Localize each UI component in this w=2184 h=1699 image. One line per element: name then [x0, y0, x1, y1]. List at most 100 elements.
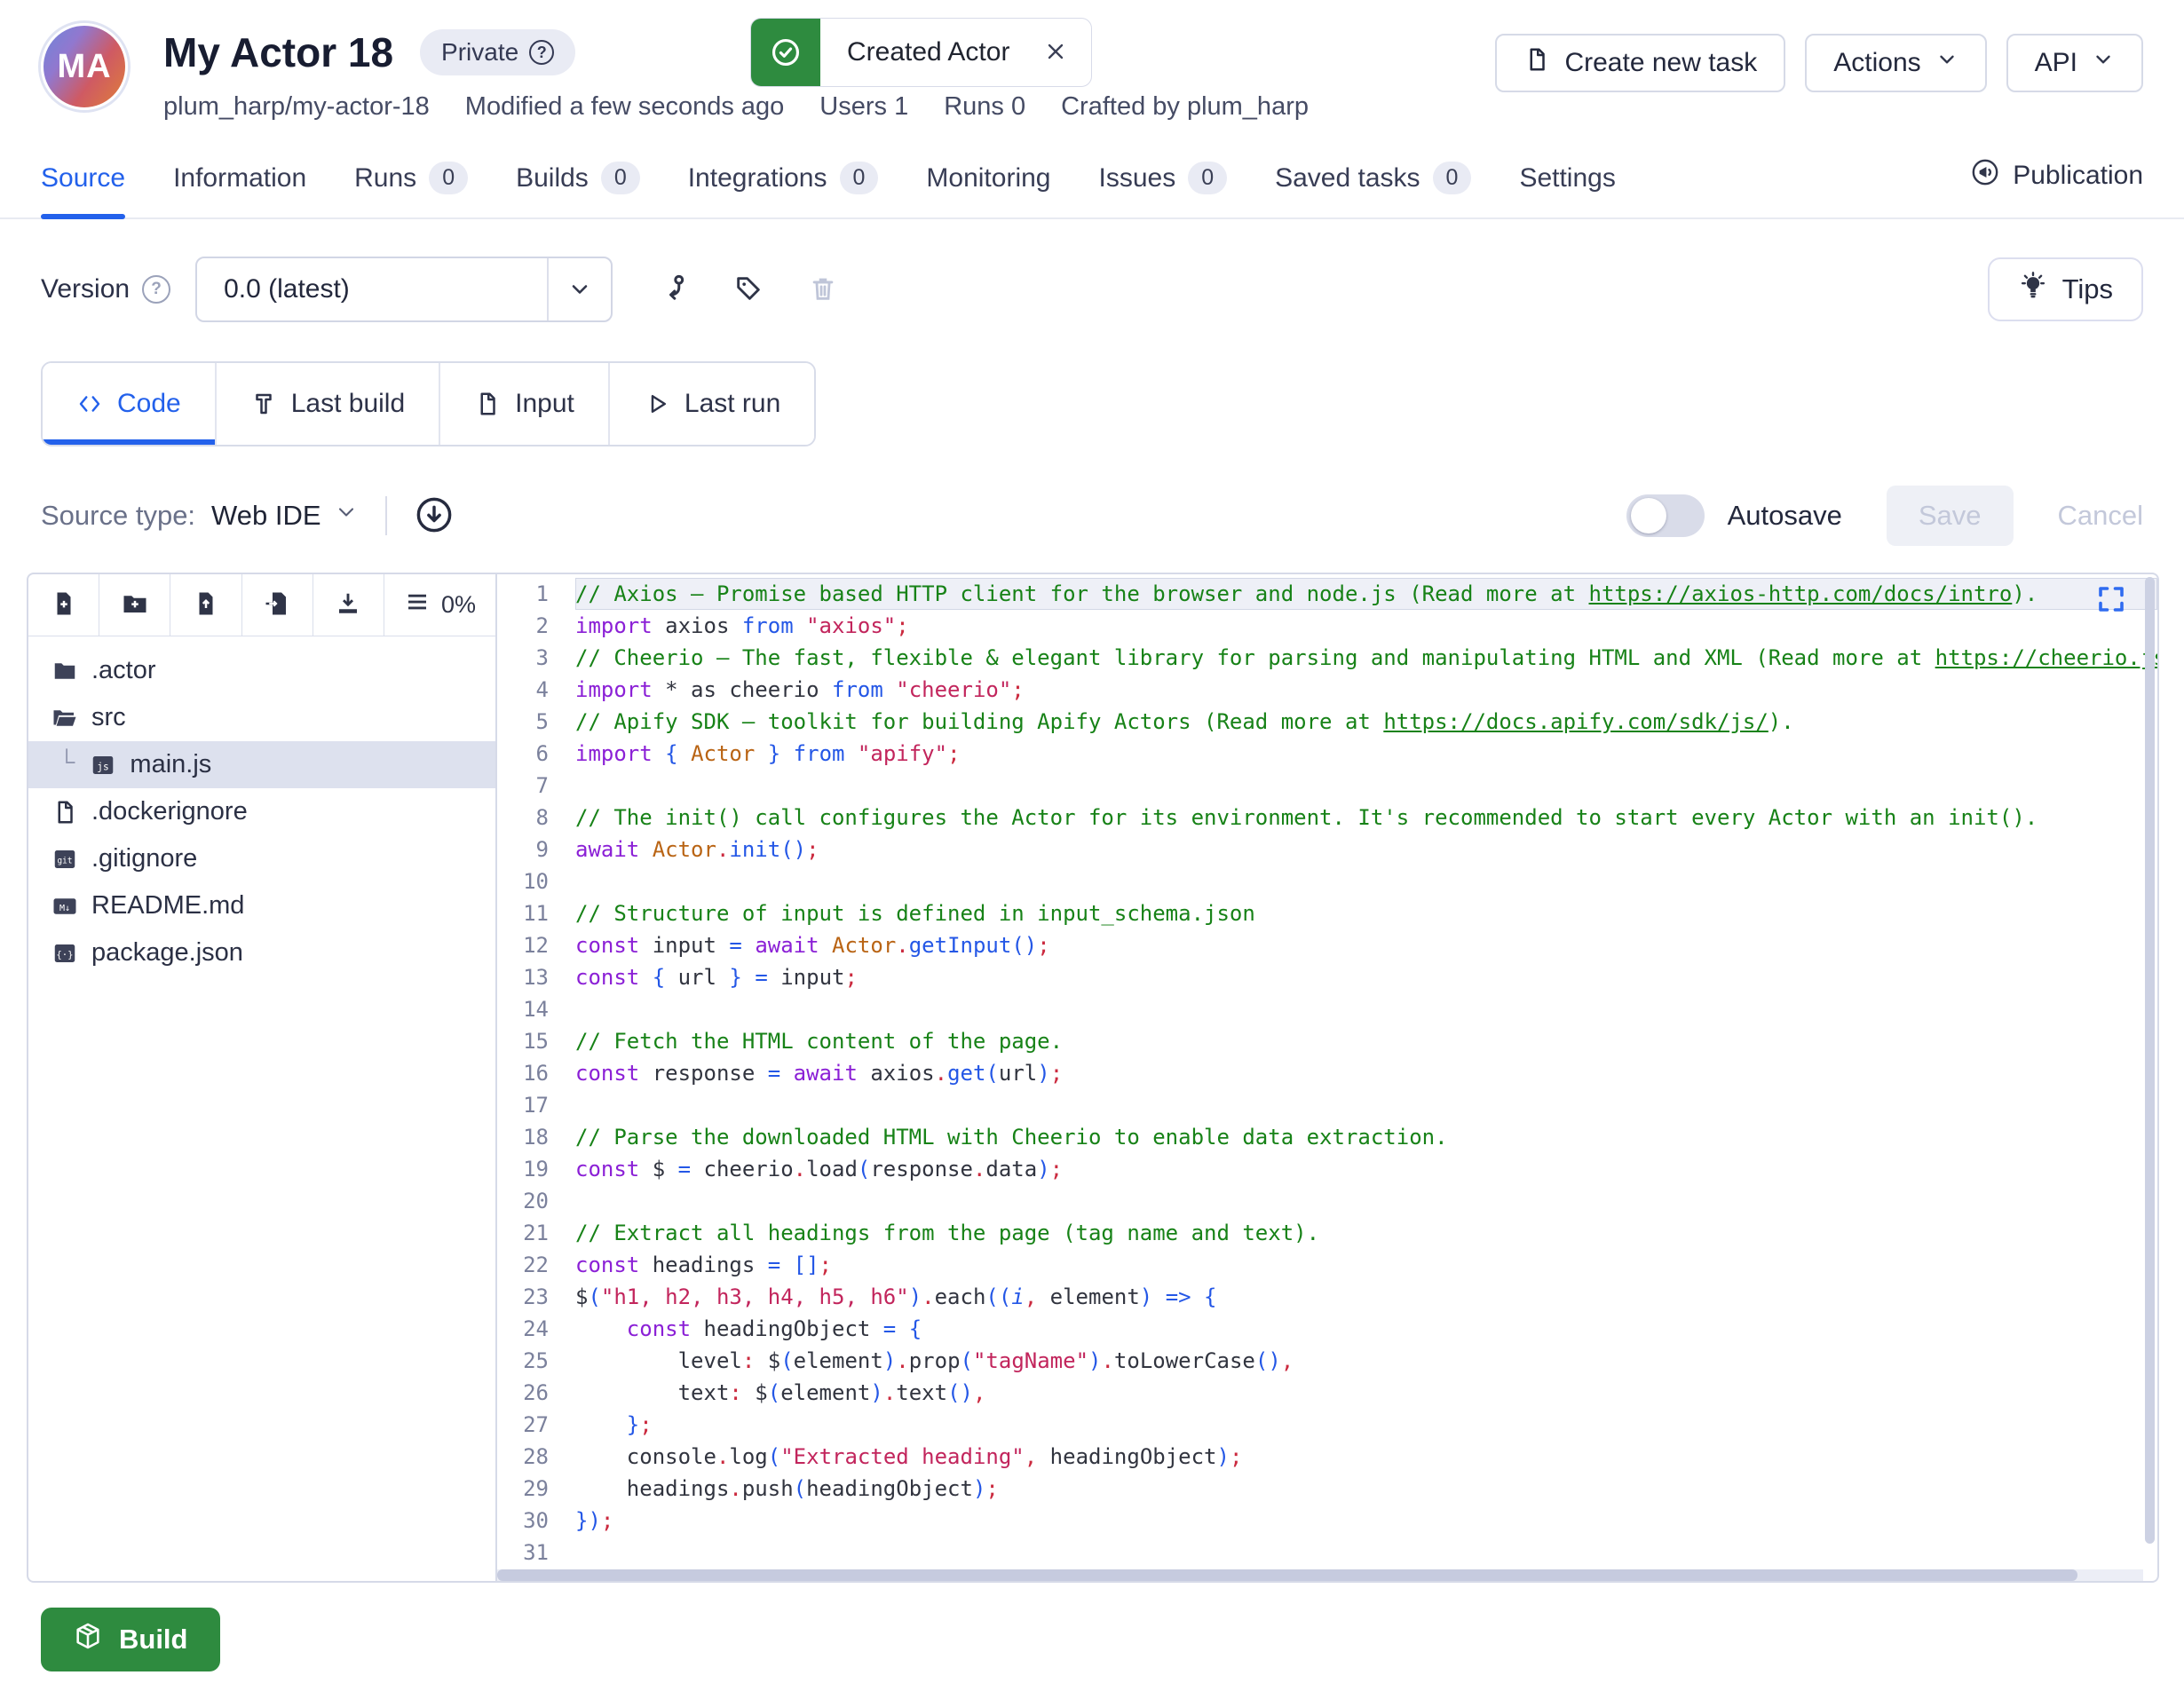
code-text: }); — [575, 1505, 2157, 1537]
tab-runs[interactable]: Runs0 — [354, 162, 468, 217]
code-line[interactable]: 28 console.log("Extracted heading", head… — [497, 1441, 2157, 1473]
code-line[interactable]: 23$("h1, h2, h3, h4, h5, h6").each((i, e… — [497, 1281, 2157, 1313]
view-tab-last-run[interactable]: Last run — [610, 363, 814, 445]
toast-close-button[interactable] — [1040, 19, 1091, 86]
code-line[interactable]: 3// Cheerio — The fast, flexible & elega… — [497, 642, 2157, 674]
code-line[interactable]: 14 — [497, 993, 2157, 1025]
line-number: 12 — [497, 929, 575, 961]
code-line[interactable]: 5// Apify SDK — toolkit for building Api… — [497, 706, 2157, 738]
actions-menu-button[interactable]: Actions — [1805, 34, 1986, 92]
save-button[interactable]: Save — [1887, 486, 2014, 546]
publication-link[interactable]: Publication — [1970, 157, 2143, 217]
code-line[interactable]: 2import axios from "axios"; — [497, 610, 2157, 642]
cancel-button[interactable]: Cancel — [2058, 500, 2144, 532]
tab-information[interactable]: Information — [173, 162, 306, 217]
line-number: 28 — [497, 1441, 575, 1473]
code-line[interactable]: 4import * as cheerio from "cheerio"; — [497, 674, 2157, 706]
code-line[interactable]: 29 headings.push(headingObject); — [497, 1473, 2157, 1505]
code-line[interactable]: 9await Actor.init(); — [497, 834, 2157, 865]
view-tab-code[interactable]: Code — [43, 363, 217, 445]
tag-version-button[interactable] — [733, 273, 764, 306]
version-select[interactable]: 0.0 (latest) — [195, 257, 613, 322]
tab-source[interactable]: Source — [41, 162, 125, 217]
file-tree-item-main-js[interactable]: └jsmain.js — [28, 741, 495, 788]
api-menu-button[interactable]: API — [2006, 34, 2143, 92]
code-line[interactable]: 10 — [497, 865, 2157, 897]
tab-settings[interactable]: Settings — [1519, 162, 1615, 217]
tab-issues[interactable]: Issues0 — [1098, 162, 1227, 217]
tab-count-badge: 0 — [1188, 162, 1227, 194]
file-tree-item-readme-md[interactable]: M↓README.md — [28, 882, 495, 929]
api-label: API — [2035, 48, 2077, 78]
autosave-toggle[interactable] — [1626, 494, 1705, 537]
code-line[interactable]: 27 }; — [497, 1409, 2157, 1441]
vertical-scrollbar[interactable] — [2145, 577, 2155, 1544]
code-line[interactable]: 16const response = await axios.get(url); — [497, 1057, 2157, 1089]
delete-version-button[interactable] — [808, 273, 838, 306]
view-tab-bar: CodeLast buildInputLast run — [41, 361, 816, 446]
view-tab-last-build[interactable]: Last build — [217, 363, 440, 445]
code-line[interactable]: 7 — [497, 770, 2157, 802]
code-line[interactable]: 13const { url } = input; — [497, 961, 2157, 993]
git-history-button[interactable] — [657, 273, 689, 307]
code-line[interactable]: 19const $ = cheerio.load(response.data); — [497, 1153, 2157, 1185]
code-line[interactable]: 8// The init() call configures the Actor… — [497, 802, 2157, 834]
line-number: 31 — [497, 1537, 575, 1569]
users-count: Users 1 — [819, 92, 908, 122]
code-line[interactable]: 31 — [497, 1537, 2157, 1569]
md-icon: M↓ — [51, 893, 78, 920]
file-tree-item-gitignore[interactable]: git.gitignore — [28, 835, 495, 882]
create-new-task-button[interactable]: Create new task — [1495, 34, 1785, 92]
file-tree-item-package-json[interactable]: {·}package.json — [28, 929, 495, 976]
folder-open-icon — [51, 705, 78, 731]
code-line[interactable]: 17 — [497, 1089, 2157, 1121]
download-source-button[interactable] — [414, 494, 455, 538]
crafted-by: Crafted by plum_harp — [1061, 92, 1309, 122]
tab-integrations[interactable]: Integrations0 — [688, 162, 879, 217]
tab-monitoring[interactable]: Monitoring — [926, 162, 1050, 217]
source-type-label: Source type: — [41, 500, 195, 532]
horizontal-scrollbar[interactable] — [497, 1569, 2143, 1581]
view-tab-input[interactable]: Input — [440, 363, 610, 445]
tab-builds[interactable]: Builds0 — [516, 162, 640, 217]
code-line[interactable]: 15// Fetch the HTML content of the page. — [497, 1025, 2157, 1057]
code-editor[interactable]: 1// Axios — Promise based HTTP client fo… — [497, 574, 2157, 1581]
code-line[interactable]: 18// Parse the downloaded HTML with Chee… — [497, 1121, 2157, 1153]
code-line[interactable]: 25 level: $(element).prop("tagName").toL… — [497, 1345, 2157, 1377]
code-line[interactable]: 22const headings = []; — [497, 1249, 2157, 1281]
file-import-icon — [264, 590, 290, 620]
code-line[interactable]: 21// Extract all headings from the page … — [497, 1217, 2157, 1249]
line-number: 22 — [497, 1249, 575, 1281]
upload-file-button[interactable] — [170, 574, 241, 636]
file-tree-item-dockerignore[interactable]: .dockerignore — [28, 788, 495, 835]
code-line[interactable]: 24 const headingObject = { — [497, 1313, 2157, 1345]
code-line[interactable]: 1// Axios — Promise based HTTP client fo… — [497, 578, 2157, 610]
version-row: Version ? 0.0 (latest) Tips — [0, 257, 2184, 322]
file-tree-item-actor[interactable]: .actor — [28, 647, 495, 694]
version-select-value: 0.0 (latest) — [197, 274, 547, 304]
source-type-select[interactable]: Web IDE — [211, 500, 358, 532]
build-button[interactable]: Build — [41, 1608, 220, 1671]
new-folder-button[interactable] — [99, 574, 170, 636]
version-help-icon[interactable]: ? — [142, 275, 170, 304]
success-check-icon — [751, 19, 820, 86]
line-number: 27 — [497, 1409, 575, 1441]
line-number: 20 — [497, 1185, 575, 1217]
code-line[interactable]: 26 text: $(element).text(), — [497, 1377, 2157, 1409]
code-line[interactable]: 11// Structure of input is defined in in… — [497, 897, 2157, 929]
code-line[interactable]: 30}); — [497, 1505, 2157, 1537]
code-text: // Extract all headings from the page (t… — [575, 1217, 2157, 1249]
git-icon: git — [51, 846, 78, 873]
download-all-button[interactable] — [313, 574, 384, 636]
line-number: 6 — [497, 738, 575, 770]
import-file-button[interactable] — [242, 574, 313, 636]
new-file-button[interactable] — [28, 574, 99, 636]
file-tree-item-src[interactable]: src — [28, 694, 495, 741]
expand-editor-icon[interactable] — [2095, 583, 2127, 618]
code-text — [575, 1185, 2157, 1217]
tab-saved-tasks[interactable]: Saved tasks0 — [1275, 162, 1471, 217]
code-line[interactable]: 12const input = await Actor.getInput(); — [497, 929, 2157, 961]
code-line[interactable]: 6import { Actor } from "apify"; — [497, 738, 2157, 770]
tips-button[interactable]: Tips — [1988, 257, 2143, 321]
code-line[interactable]: 20 — [497, 1185, 2157, 1217]
